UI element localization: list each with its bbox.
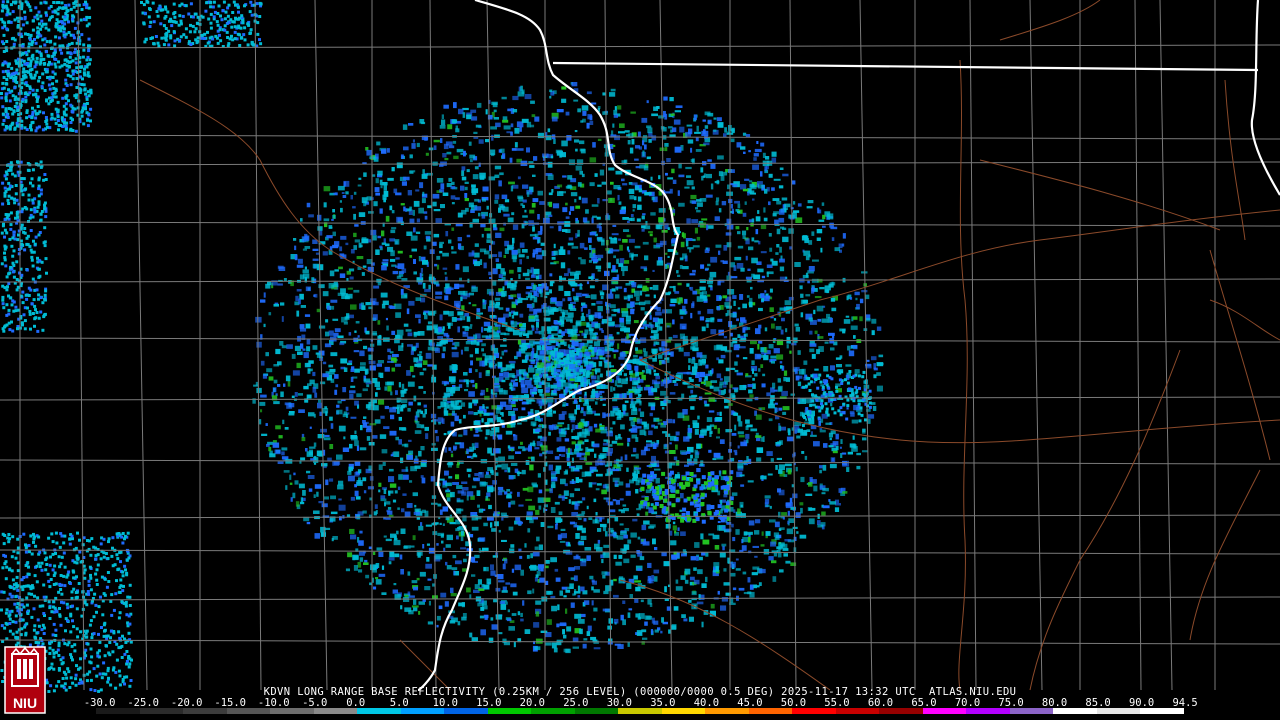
scale-label: -20.0 bbox=[170, 697, 203, 709]
scale-label: -10.0 bbox=[257, 697, 290, 709]
scale-label: 35.0 bbox=[650, 697, 676, 709]
scale-label: 0.0 bbox=[346, 697, 366, 709]
scale-swatch bbox=[444, 708, 488, 714]
scale-swatch bbox=[139, 708, 184, 714]
scale-label: -5.0 bbox=[302, 697, 328, 709]
scale-swatch bbox=[487, 708, 532, 714]
scale-swatch bbox=[1140, 708, 1184, 714]
scale-swatch bbox=[966, 708, 1010, 714]
scale-label: 40.0 bbox=[693, 697, 720, 709]
scale-swatch bbox=[879, 708, 923, 714]
scale-label: 55.0 bbox=[824, 697, 850, 709]
scale-colorbar bbox=[96, 708, 1184, 714]
scale-swatch bbox=[618, 708, 662, 714]
scale-label: 90.0 bbox=[1128, 697, 1155, 709]
scale-label: 10.0 bbox=[432, 697, 458, 709]
scale-label: 65.0 bbox=[911, 697, 937, 709]
radar-map bbox=[0, 0, 1280, 720]
scale-label: 94.5 bbox=[1172, 697, 1198, 709]
scale-label: 80.0 bbox=[1041, 697, 1068, 709]
scale-label: 70.0 bbox=[954, 697, 981, 709]
scale-label: 85.0 bbox=[1085, 697, 1111, 709]
scale-swatch bbox=[574, 708, 619, 714]
scale-swatch bbox=[400, 708, 445, 714]
scale-label: -30.0 bbox=[83, 697, 116, 709]
scale-swatch bbox=[1009, 708, 1054, 714]
scale-swatch bbox=[531, 708, 575, 714]
scale-swatch bbox=[1053, 708, 1097, 714]
scale-swatch bbox=[835, 708, 880, 714]
scale-label: 45.0 bbox=[737, 697, 763, 709]
scale-swatch bbox=[661, 708, 706, 714]
scale-label: -15.0 bbox=[214, 697, 246, 709]
scale-label: 5.0 bbox=[389, 697, 409, 709]
scale-swatch bbox=[705, 708, 749, 714]
scale-label: 30.0 bbox=[606, 697, 633, 709]
scale-label: 15.0 bbox=[476, 697, 502, 709]
scale-swatch bbox=[96, 708, 140, 714]
scale-label: 50.0 bbox=[780, 697, 807, 709]
scale-swatch bbox=[748, 708, 793, 714]
scale-swatch bbox=[357, 708, 401, 714]
scale-swatch bbox=[922, 708, 967, 714]
scale-label: 60.0 bbox=[867, 697, 894, 709]
scale-label: 20.0 bbox=[519, 697, 545, 709]
reflectivity-scale: -30.0 -25.0 -20.0 -15.0 -10.0 -5.0 0.0 5.0 10.0 1… bbox=[0, 698, 1280, 720]
scale-labels: -30.0 -25.0 -20.0 -15.0 -10.0 -5.0 0.0 5.0 10.0 1… bbox=[84, 697, 1198, 709]
scale-swatch bbox=[270, 708, 314, 714]
scale-label: 25.0 bbox=[563, 697, 589, 709]
scale-swatch bbox=[226, 708, 271, 714]
scale-swatch bbox=[792, 708, 836, 714]
scale-swatch bbox=[313, 708, 358, 714]
scale-swatch bbox=[183, 708, 227, 714]
scale-label: -25.0 bbox=[127, 697, 159, 709]
scale-label: 75.0 bbox=[998, 697, 1024, 709]
scale-swatch bbox=[1096, 708, 1141, 714]
